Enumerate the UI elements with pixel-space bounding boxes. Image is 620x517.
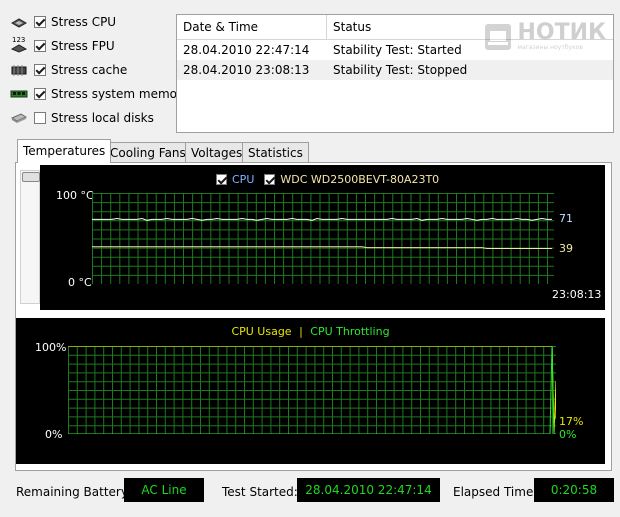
stress-disks-checkbox[interactable]	[34, 112, 46, 124]
battery-label: Remaining Battery:	[16, 485, 132, 499]
stress-cache-checkbox[interactable]	[34, 64, 46, 76]
disk-legend-label: WDC WD2500BEVT-80A23T0	[280, 173, 440, 186]
cpu-chip-icon	[10, 15, 28, 29]
stress-memory-option[interactable]: Stress system memory	[10, 84, 189, 104]
stress-fpu-option[interactable]: 123 Stress FPU	[10, 36, 115, 56]
watermark-tagline: магазины ноутбуков	[517, 44, 583, 51]
temperature-plot	[92, 193, 554, 284]
stress-disks-option[interactable]: Stress local disks	[10, 108, 154, 128]
stress-cache-label: Stress cache	[51, 63, 128, 77]
log-cell-datetime: 28.04.2010 22:47:14	[183, 43, 310, 57]
tab-temperatures[interactable]: Temperatures	[17, 139, 112, 163]
test-started-label: Test Started:	[222, 485, 298, 499]
disk-legend-checkbox[interactable]	[264, 174, 276, 185]
stress-cpu-label: Stress CPU	[51, 15, 117, 29]
watermark-icon	[485, 24, 512, 50]
elapsed-time-value: 0:20:58	[534, 478, 614, 502]
cpu-usage-current: 17%	[559, 415, 584, 428]
tab-cooling-fans[interactable]: Cooling Fans	[104, 142, 192, 162]
fpu-icon: 123	[10, 37, 28, 53]
cpu-plot	[68, 346, 556, 434]
stress-memory-label: Stress system memory	[51, 87, 190, 101]
stress-disks-label: Stress local disks	[51, 111, 154, 125]
temp-axis-max: 100 °C	[56, 189, 94, 202]
slider-thumb[interactable]	[22, 172, 40, 182]
cpu-legend-label: CPU	[232, 173, 255, 186]
cpu-legend-checkbox[interactable]	[216, 174, 227, 185]
cpu-axis-max: 100%	[35, 341, 67, 354]
stress-cache-option[interactable]: Stress cache	[10, 60, 127, 80]
cpu-temperature-series	[92, 217, 552, 221]
cpu-throttling-current: 0%	[559, 428, 577, 441]
stress-fpu-label: Stress FPU	[51, 39, 115, 53]
tab-statistics[interactable]: Statistics	[242, 142, 309, 162]
watermark-logo: НОТИК магазины ноутбуков	[483, 22, 606, 52]
hard-disk-icon	[10, 111, 28, 125]
watermark-brand: НОТИК	[517, 20, 606, 45]
temperature-legend: CPU WDC WD2500BEVT-80A23T0	[216, 173, 439, 186]
log-column-datetime[interactable]: Date & Time	[177, 15, 327, 39]
temp-time-label: 23:08:13	[552, 288, 602, 301]
cache-chip-icon	[10, 63, 28, 77]
cpu-usage-legend[interactable]: CPU Usage	[231, 325, 291, 338]
stress-fpu-checkbox[interactable]	[34, 40, 46, 52]
temperature-scale-slider[interactable]	[20, 170, 40, 304]
log-cell-status: Stability Test: Stopped	[333, 63, 468, 77]
cpu-usage-graph: CPU Usage | CPU Throttling 100% 0% 17% 0…	[16, 318, 605, 464]
elapsed-time-label: Elapsed Time:	[453, 485, 538, 499]
cpu-axis-min: 0%	[45, 428, 63, 441]
stress-cpu-checkbox[interactable]	[34, 16, 46, 28]
cpu-legend: CPU Usage | CPU Throttling	[16, 325, 605, 338]
temperature-graph: CPU WDC WD2500BEVT-80A23T0 100 °C 0 °C 7…	[40, 165, 605, 310]
log-cell-datetime: 28.04.2010 23:08:13	[183, 63, 310, 77]
tab-voltages[interactable]: Voltages	[185, 142, 249, 162]
cpu-throttling-legend[interactable]: CPU Throttling	[310, 325, 389, 338]
test-started-value: 28.04.2010 22:47:14	[297, 478, 440, 502]
log-row[interactable]: 28.04.2010 23:08:13 Stability Test: Stop…	[177, 60, 613, 80]
legend-separator: |	[299, 325, 303, 338]
disk-temp-current: 39	[559, 241, 573, 255]
stress-cpu-option[interactable]: Stress CPU	[10, 12, 116, 32]
battery-value: AC Line	[124, 478, 204, 502]
temp-axis-min: 0 °C	[68, 276, 92, 289]
cpu-temp-current: 71	[559, 212, 573, 226]
stress-memory-checkbox[interactable]	[34, 88, 46, 100]
memory-module-icon	[10, 87, 28, 101]
